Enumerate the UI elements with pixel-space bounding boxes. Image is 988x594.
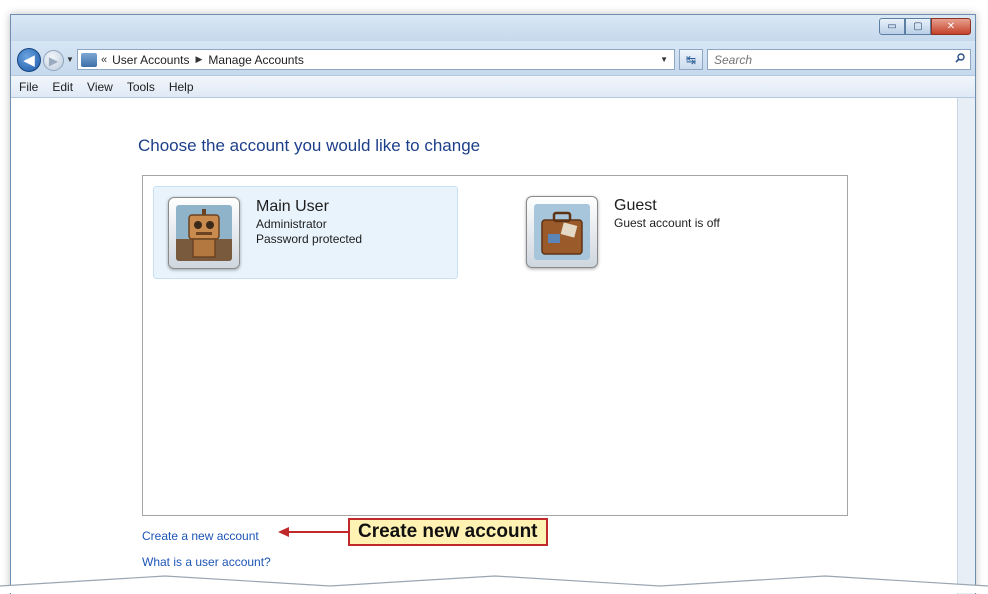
- avatar: [168, 197, 240, 269]
- menu-edit[interactable]: Edit: [52, 80, 73, 94]
- forward-arrow-icon: ▶: [48, 53, 59, 68]
- breadcrumb-user-accounts[interactable]: User Accounts: [112, 53, 189, 67]
- account-info: Guest Guest account is off: [614, 196, 720, 231]
- search-icon[interactable]: [955, 53, 965, 63]
- menu-view[interactable]: View: [87, 80, 113, 94]
- callout-arrow: [288, 531, 348, 533]
- menu-tools[interactable]: Tools: [127, 80, 155, 94]
- search-box[interactable]: [707, 49, 971, 70]
- window-controls: ▭ ▢ ✕: [879, 18, 971, 35]
- callout-arrow-head: [278, 527, 289, 537]
- menu-help[interactable]: Help: [169, 80, 194, 94]
- callout-label: Create new account: [348, 518, 548, 546]
- torn-edge-decoration: [0, 575, 988, 593]
- account-info: Main User Administrator Password protect…: [256, 197, 362, 247]
- breadcrumb-overflow[interactable]: «: [101, 54, 107, 66]
- page-title: Choose the account you would like to cha…: [138, 136, 481, 155]
- search-input[interactable]: [714, 51, 934, 68]
- forward-button[interactable]: ▶: [43, 50, 64, 71]
- suitcase-avatar-icon: [534, 204, 590, 260]
- navigation-bar: ◀ ▶ ▼ « User Accounts ▶ Manage Accounts …: [11, 41, 975, 75]
- close-button[interactable]: ✕: [931, 18, 971, 35]
- user-accounts-icon: [81, 52, 97, 67]
- refresh-icon: ↹: [685, 52, 697, 67]
- account-type: Administrator: [256, 217, 327, 231]
- title-bar[interactable]: ▭ ▢ ✕: [11, 15, 975, 43]
- menu-bar: File Edit View Tools Help: [11, 75, 975, 98]
- avatar: [526, 196, 598, 268]
- refresh-button[interactable]: ↹: [679, 49, 703, 70]
- back-button[interactable]: ◀: [17, 48, 41, 72]
- robot-avatar-icon: [176, 205, 232, 261]
- account-name: Main User: [256, 198, 329, 215]
- breadcrumb-manage-accounts[interactable]: Manage Accounts: [208, 53, 303, 67]
- account-password-status: Password protected: [256, 232, 363, 246]
- back-arrow-icon: ◀: [23, 52, 35, 69]
- accounts-panel: Main User Administrator Password protect…: [142, 175, 848, 516]
- maximize-button[interactable]: ▢: [905, 18, 931, 35]
- manage-accounts-window: ▭ ▢ ✕ ◀ ▶ ▼ « User Accounts ▶ Manage Acc…: [10, 14, 976, 594]
- what-is-user-account-link[interactable]: What is a user account?: [142, 555, 271, 569]
- vertical-scrollbar[interactable]: [957, 98, 975, 594]
- account-status: Guest account is off: [614, 216, 720, 230]
- create-new-account-link[interactable]: Create a new account: [142, 529, 259, 543]
- account-tile-guest[interactable]: Guest Guest account is off: [512, 186, 812, 279]
- breadcrumb-separator-icon[interactable]: ▶: [196, 54, 203, 65]
- address-dropdown-icon[interactable]: ▼: [660, 55, 668, 64]
- menu-file[interactable]: File: [19, 80, 38, 94]
- account-name: Guest: [614, 197, 657, 214]
- minimize-button[interactable]: ▭: [879, 18, 905, 35]
- address-bar[interactable]: « User Accounts ▶ Manage Accounts ▼: [77, 49, 675, 70]
- account-tile-main-user[interactable]: Main User Administrator Password protect…: [153, 186, 458, 279]
- recent-pages-dropdown[interactable]: ▼: [66, 55, 74, 64]
